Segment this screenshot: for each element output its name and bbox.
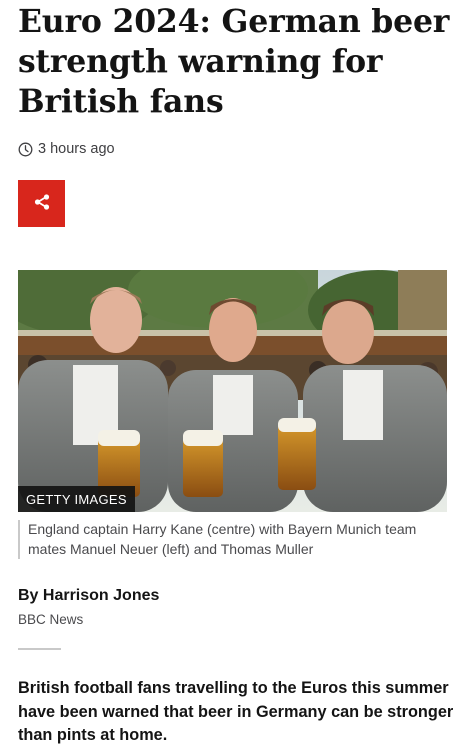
article-timestamp: 3 hours ago — [18, 139, 115, 159]
share-button[interactable] — [18, 180, 65, 227]
lead-paragraph: British football fans travelling to the … — [18, 679, 454, 744]
hero-image: GETTY IMAGES — [18, 270, 447, 512]
image-credit: GETTY IMAGES — [18, 486, 135, 512]
hero-photo-illustration — [18, 270, 447, 512]
byline-divider — [18, 648, 61, 650]
image-caption: England captain Harry Kane (centre) with… — [18, 520, 447, 559]
clock-icon — [18, 142, 33, 157]
byline-publisher: BBC News — [18, 612, 84, 627]
share-icon — [33, 193, 51, 214]
timestamp-text: 3 hours ago — [38, 141, 115, 157]
byline-author: By Harrison Jones — [18, 587, 160, 604]
article-headline: Euro 2024: German beer strength warning … — [18, 3, 450, 120]
